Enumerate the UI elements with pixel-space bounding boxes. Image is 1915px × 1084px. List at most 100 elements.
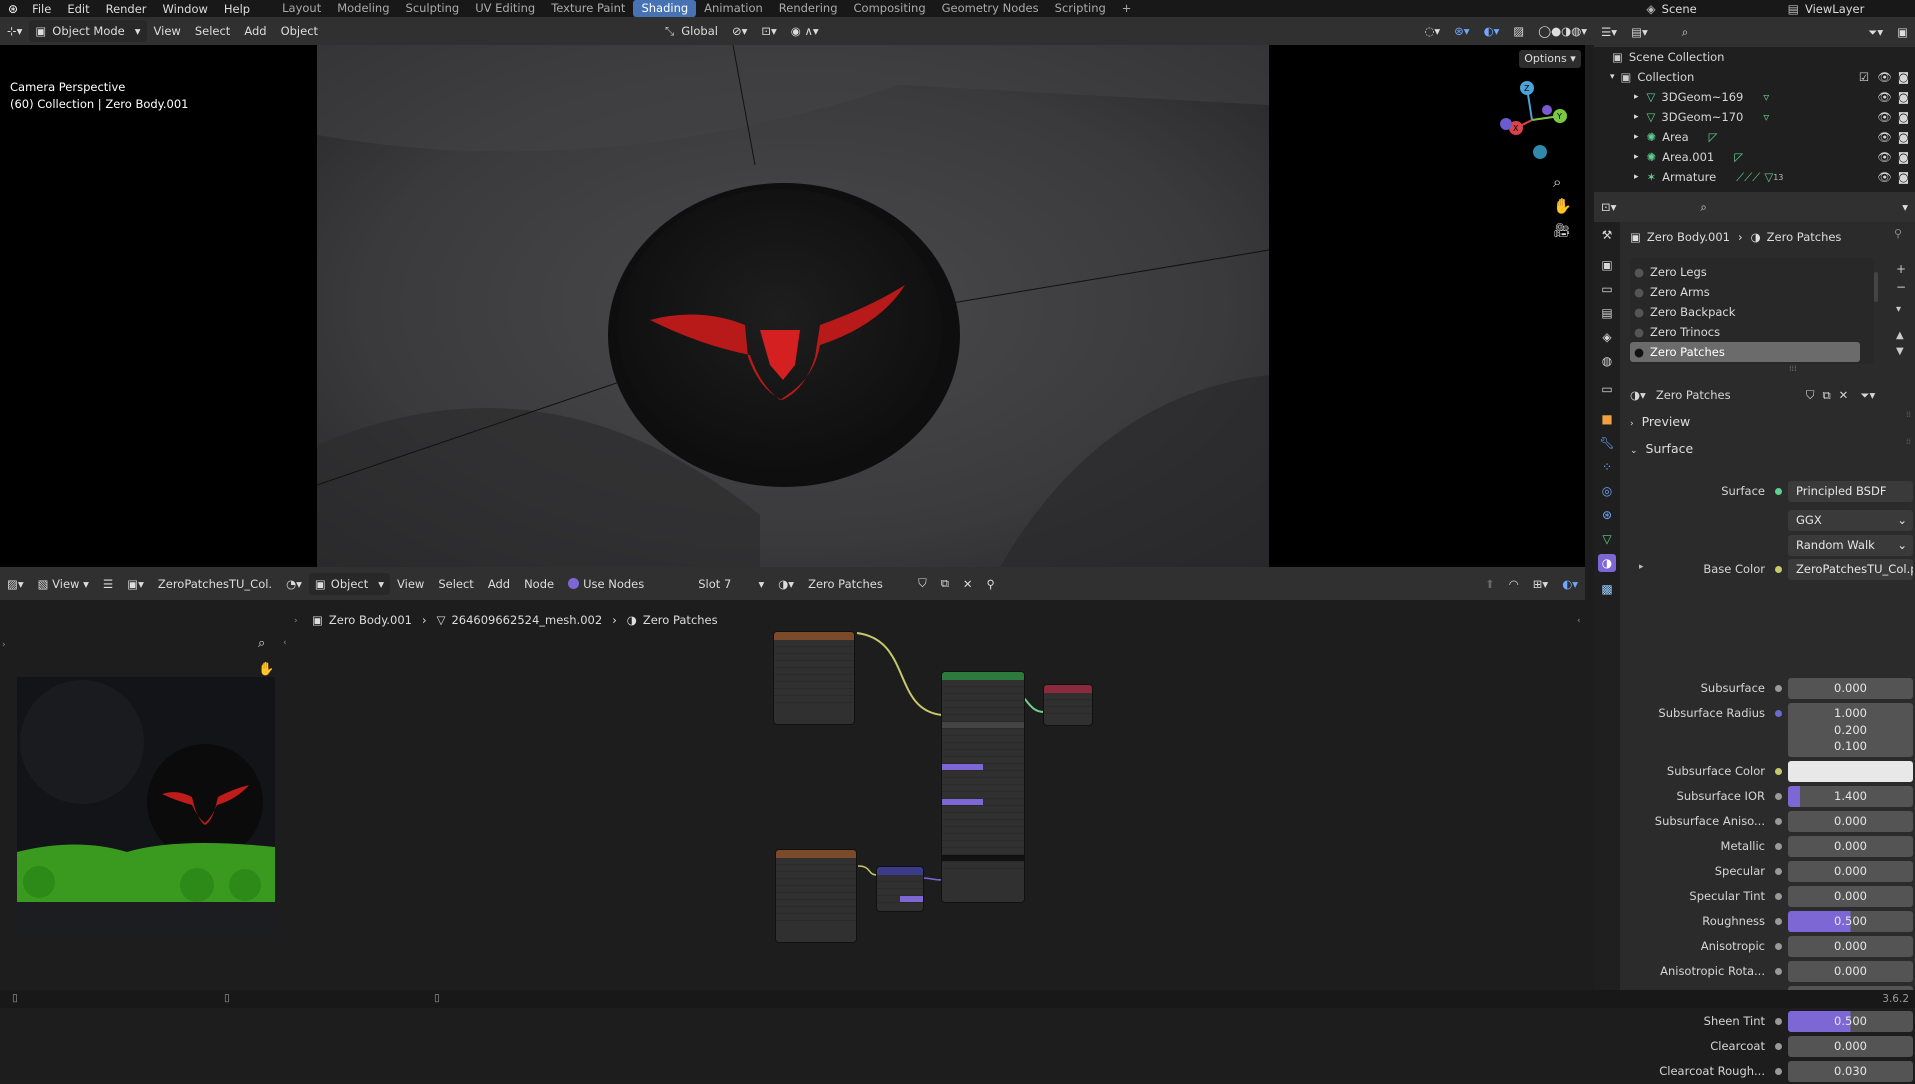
duplicate-material-icon[interactable]: ⧉: [1822, 388, 1830, 403]
color-swatch-field[interactable]: [1788, 761, 1913, 782]
socket-icon[interactable]: [1775, 793, 1782, 800]
image-texture-node[interactable]: [774, 632, 854, 724]
filter-icon[interactable]: ⏷▾: [1861, 25, 1890, 40]
unlink-material-icon[interactable]: ✕: [1839, 388, 1849, 402]
material-datablock[interactable]: ◑▾ Zero Patches ⛉ ⧉ ✕ ⏷▾: [1630, 384, 1915, 406]
tab-compositing[interactable]: Compositing: [846, 0, 934, 17]
snap-icon[interactable]: ⊡▾: [754, 24, 783, 38]
outliner-search-icon[interactable]: ⌕: [1675, 25, 1695, 40]
render-tab-icon[interactable]: ▣: [1598, 256, 1616, 274]
menu-edit[interactable]: Edit: [59, 2, 97, 16]
material-browse-icon[interactable]: ◑▾: [1630, 388, 1646, 402]
unlink-icon[interactable]: ✕: [956, 577, 980, 591]
image-editor-type-icon[interactable]: ▨▾: [0, 577, 31, 591]
move-up-icon[interactable]: ▲: [1896, 330, 1904, 341]
slot-specials-icon[interactable]: ▾: [1896, 304, 1901, 315]
material-slot-item[interactable]: ● Zero Legs: [1630, 262, 1860, 282]
menu-window[interactable]: Window: [155, 2, 216, 16]
camera-render-icon[interactable]: ◙: [1898, 70, 1909, 84]
pivot-icon[interactable]: ⊘▾: [725, 24, 754, 38]
image-pan-icon[interactable]: ✋: [258, 662, 274, 677]
view-layer-icon[interactable]: ▤: [1782, 2, 1805, 16]
socket-icon[interactable]: [1775, 818, 1782, 825]
property-value-field[interactable]: 0.000: [1788, 1036, 1913, 1057]
image-browse-icon[interactable]: ▣▾: [120, 577, 151, 591]
object-tab-icon[interactable]: ■: [1598, 410, 1616, 428]
material-slot-item[interactable]: ● Zero Trinocs: [1630, 322, 1860, 342]
subsurface-method-dropdown[interactable]: Random Walk ⌄: [1788, 535, 1913, 556]
camera-render-icon[interactable]: ◙: [1898, 110, 1909, 124]
socket-icon[interactable]: [1775, 710, 1782, 717]
editor-type-icon[interactable]: ⊹▾: [0, 24, 29, 38]
image-view-menu[interactable]: ▧ View ▾: [31, 577, 96, 591]
display-mode-icon[interactable]: ▤▾: [1624, 25, 1655, 39]
material-name-field[interactable]: Zero Patches: [801, 577, 911, 591]
node-overlay-icon[interactable]: ◐▾: [1555, 577, 1585, 591]
node-menu-select[interactable]: Select: [431, 577, 480, 591]
snap-node-icon[interactable]: ◠: [1502, 577, 1526, 591]
list-resize-handle[interactable]: ⁞⁞⁞: [1789, 364, 1797, 373]
property-value-field[interactable]: 0.500: [1788, 1011, 1913, 1032]
menu-select[interactable]: Select: [188, 24, 237, 38]
socket-icon[interactable]: [1775, 768, 1782, 775]
expand-icon[interactable]: ▸: [1639, 562, 1644, 572]
property-value-field[interactable]: 0.000: [1788, 811, 1913, 832]
physics-tab-icon[interactable]: ◎: [1598, 482, 1616, 500]
collection-checkbox-icon[interactable]: ☑: [1859, 70, 1869, 84]
modifier-tab-icon[interactable]: 🔧︎: [1598, 434, 1616, 452]
data-tab-icon[interactable]: ▽: [1598, 530, 1616, 548]
outliner-item-area[interactable]: ▸ ✺ Area ◸ 👁︎ ◙: [1594, 127, 1915, 147]
menu-add[interactable]: Add: [237, 24, 273, 38]
tab-uv-editing[interactable]: UV Editing: [467, 0, 543, 17]
property-value-field[interactable]: 0.030: [1788, 1061, 1913, 1082]
expand-icon[interactable]: ▸: [1634, 132, 1639, 142]
socket-icon[interactable]: [1775, 968, 1782, 975]
node-menu-view[interactable]: View: [390, 577, 431, 591]
scene-name[interactable]: Scene: [1662, 2, 1782, 16]
fake-user-icon[interactable]: ⛉: [911, 576, 934, 591]
tab-layout[interactable]: Layout: [274, 0, 329, 17]
node-snap-options-icon[interactable]: ⊞▾: [1526, 577, 1555, 591]
expand-icon[interactable]: ▸: [1634, 92, 1639, 102]
visibility-icon[interactable]: ◌▾: [1417, 24, 1447, 38]
blender-logo-icon[interactable]: ⊛: [0, 2, 24, 16]
zoom-icon[interactable]: ⌕: [1553, 173, 1561, 191]
tool-tab-icon[interactable]: ⚒: [1598, 226, 1616, 244]
menu-file[interactable]: File: [24, 2, 59, 16]
socket-icon[interactable]: [1775, 1043, 1782, 1050]
collection-tab-icon[interactable]: ▭: [1598, 380, 1616, 398]
new-collection-icon[interactable]: ▣: [1890, 25, 1915, 39]
move-down-icon[interactable]: ▼: [1896, 346, 1904, 357]
outliner-item-area-001[interactable]: ▸ ✺ Area.001 ◸ 👁︎ ◙: [1594, 147, 1915, 167]
eye-icon[interactable]: 👁︎: [1877, 130, 1892, 144]
options-dropdown[interactable]: Options ▾: [1519, 50, 1581, 68]
property-value-field[interactable]: 0.000: [1788, 961, 1913, 982]
property-value-field[interactable]: 0.000: [1788, 861, 1913, 882]
image-zoom-icon[interactable]: ⌕: [258, 636, 265, 651]
image-name-field[interactable]: ZeroPatchesTU_Col.: [151, 577, 279, 591]
duplicate-icon[interactable]: ⧉: [934, 576, 956, 591]
outliner-scene-collection[interactable]: ▣ Scene Collection: [1594, 47, 1915, 67]
normal-image-texture-node[interactable]: [776, 850, 856, 942]
tab-geometry-nodes[interactable]: Geometry Nodes: [934, 0, 1047, 17]
camera-render-icon[interactable]: ◙: [1898, 90, 1909, 104]
tab-scripting[interactable]: Scripting: [1047, 0, 1114, 17]
node-menu-add[interactable]: Add: [481, 577, 517, 591]
constraints-tab-icon[interactable]: ⊛: [1598, 506, 1616, 524]
property-value-field[interactable]: 0.000: [1788, 836, 1913, 857]
socket-icon[interactable]: [1775, 566, 1782, 573]
texture-tab-icon[interactable]: ▩: [1598, 580, 1616, 598]
overlay-icon[interactable]: ◐▾: [1477, 24, 1507, 38]
camera-view-icon[interactable]: 🎥︎: [1553, 223, 1571, 239]
eye-icon[interactable]: 👁︎: [1877, 90, 1892, 104]
distribution-dropdown[interactable]: GGX ⌄: [1788, 510, 1913, 531]
panel-drag-handle-icon[interactable]: ⁞⁞: [1906, 410, 1911, 419]
shading-modes-icon[interactable]: ◯●◑◍▾: [1531, 24, 1594, 38]
xray-icon[interactable]: ▨: [1506, 24, 1531, 38]
mode-dropdown[interactable]: ▣ Object Mode ▾: [29, 20, 147, 42]
remove-slot-icon[interactable]: −: [1896, 280, 1906, 294]
navigation-gizmo-icon[interactable]: Z Y X: [1492, 80, 1572, 170]
pan-hand-icon[interactable]: ✋: [1553, 197, 1572, 215]
material-slot-item[interactable]: ● Zero Backpack: [1630, 302, 1860, 322]
add-workspace-icon[interactable]: +: [1114, 0, 1140, 17]
